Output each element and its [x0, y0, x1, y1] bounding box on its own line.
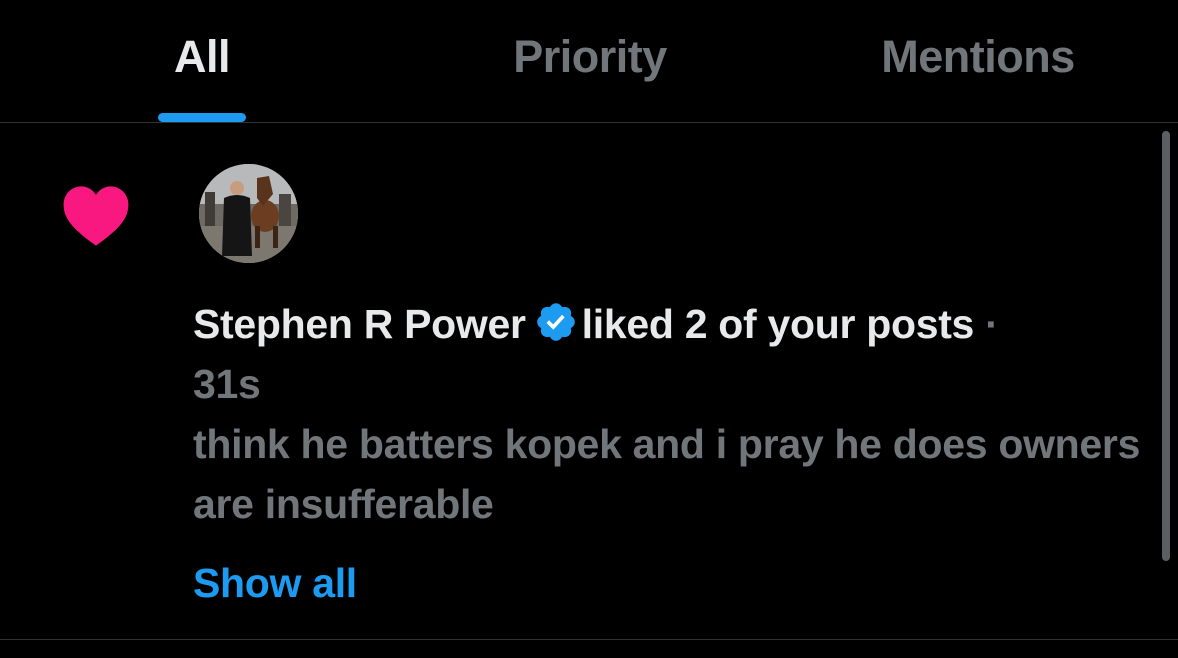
- action-text: liked 2 of your posts: [581, 301, 975, 347]
- post-preview[interactable]: think he batters kopek and i pray he doe…: [193, 421, 1140, 527]
- heart-icon: [63, 186, 129, 246]
- notification-text: Stephen R Power liked 2 of your posts · 3…: [193, 294, 1153, 534]
- scrollbar[interactable]: [1162, 131, 1170, 561]
- user-name[interactable]: Stephen R Power: [193, 301, 526, 347]
- like-notification[interactable]: Stephen R Power liked 2 of your posts · 3…: [0, 123, 1178, 640]
- tab-priority-label: Priority: [513, 31, 667, 82]
- verified-badge-icon: [536, 303, 575, 341]
- active-tab-indicator: [158, 113, 246, 122]
- avatar[interactable]: [199, 164, 298, 263]
- separator-dot: ·: [985, 301, 999, 347]
- show-all-link[interactable]: Show all: [193, 553, 357, 613]
- tab-mentions-label: Mentions: [881, 31, 1075, 82]
- timestamp: 31s: [193, 361, 261, 407]
- notification-tabs: All Priority Mentions: [0, 0, 1178, 123]
- tab-all[interactable]: All: [102, 0, 302, 122]
- avatar-photo: [199, 164, 298, 263]
- tab-all-label: All: [173, 31, 231, 82]
- tab-priority[interactable]: Priority: [465, 0, 715, 122]
- tab-mentions[interactable]: Mentions: [838, 0, 1118, 122]
